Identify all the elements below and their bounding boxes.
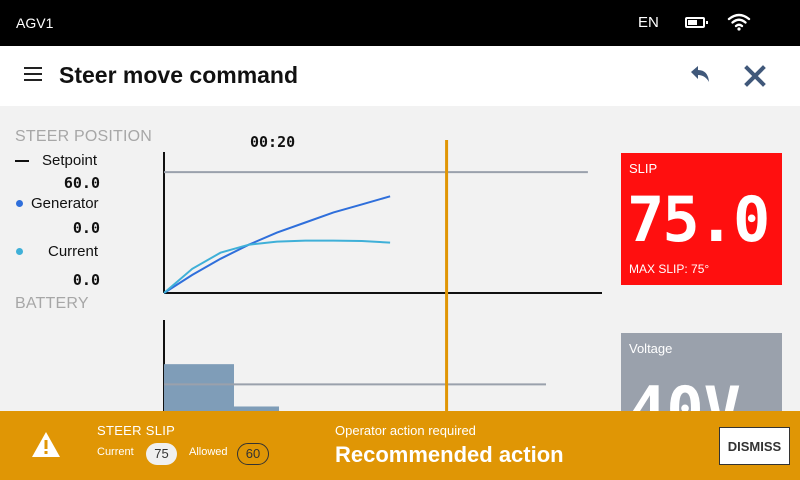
wifi-icon	[727, 13, 751, 31]
steer-position-heading: STEER POSITION	[15, 128, 153, 145]
undo-icon[interactable]	[688, 64, 712, 86]
generator-legend-label: Generator	[31, 195, 99, 212]
warning-icon	[32, 432, 60, 457]
page-title: Steer move command	[59, 62, 299, 88]
slip-value: 75.0	[627, 183, 770, 256]
alert-allowed-value: 60	[237, 443, 269, 465]
setpoint-legend-label: Setpoint	[42, 152, 98, 169]
setpoint-legend-marker	[15, 160, 29, 162]
alert-current-label: Current	[97, 446, 134, 458]
setpoint-value: 60.0	[63, 174, 100, 192]
steer-position-chart	[163, 152, 602, 294]
battery-chart	[163, 320, 546, 412]
voltage-label: Voltage	[629, 341, 673, 356]
battery-bar	[164, 364, 234, 412]
slip-label: SLIP	[629, 161, 658, 176]
slip-card: SLIP 75.0 MAX SLIP: 75°	[621, 153, 782, 285]
alert-title: STEER SLIP	[97, 423, 176, 438]
app-header: Steer move command	[0, 46, 800, 106]
generator-line	[163, 195, 391, 294]
voltage-card: Voltage 40V	[621, 333, 782, 423]
menu-icon[interactable]	[24, 67, 42, 83]
battery-icon	[685, 17, 708, 28]
charts-area	[163, 140, 602, 412]
status-bar: AGV1 EN	[0, 0, 800, 46]
current-legend-marker	[16, 248, 23, 255]
language-indicator[interactable]: EN	[638, 14, 659, 31]
generator-value: 0.0	[72, 219, 100, 237]
current-line	[163, 239, 391, 294]
operator-action-text: Operator action required	[335, 423, 476, 438]
close-icon[interactable]	[744, 65, 766, 87]
alert-allowed-label: Allowed	[189, 446, 228, 458]
device-name: AGV1	[16, 15, 54, 31]
alert-current-value: 75	[146, 443, 177, 465]
current-value: 0.0	[72, 271, 100, 289]
generator-legend-marker	[16, 200, 23, 207]
battery-heading: BATTERY	[15, 295, 89, 312]
max-slip-text: MAX SLIP: 75°	[629, 262, 710, 276]
recommended-action[interactable]: Recommended action	[335, 442, 564, 468]
dismiss-button[interactable]: DISMISS	[719, 427, 790, 465]
alert-banner: STEER SLIP Current 75 Allowed 60 Operato…	[0, 411, 800, 480]
current-legend-label: Current	[48, 243, 99, 260]
